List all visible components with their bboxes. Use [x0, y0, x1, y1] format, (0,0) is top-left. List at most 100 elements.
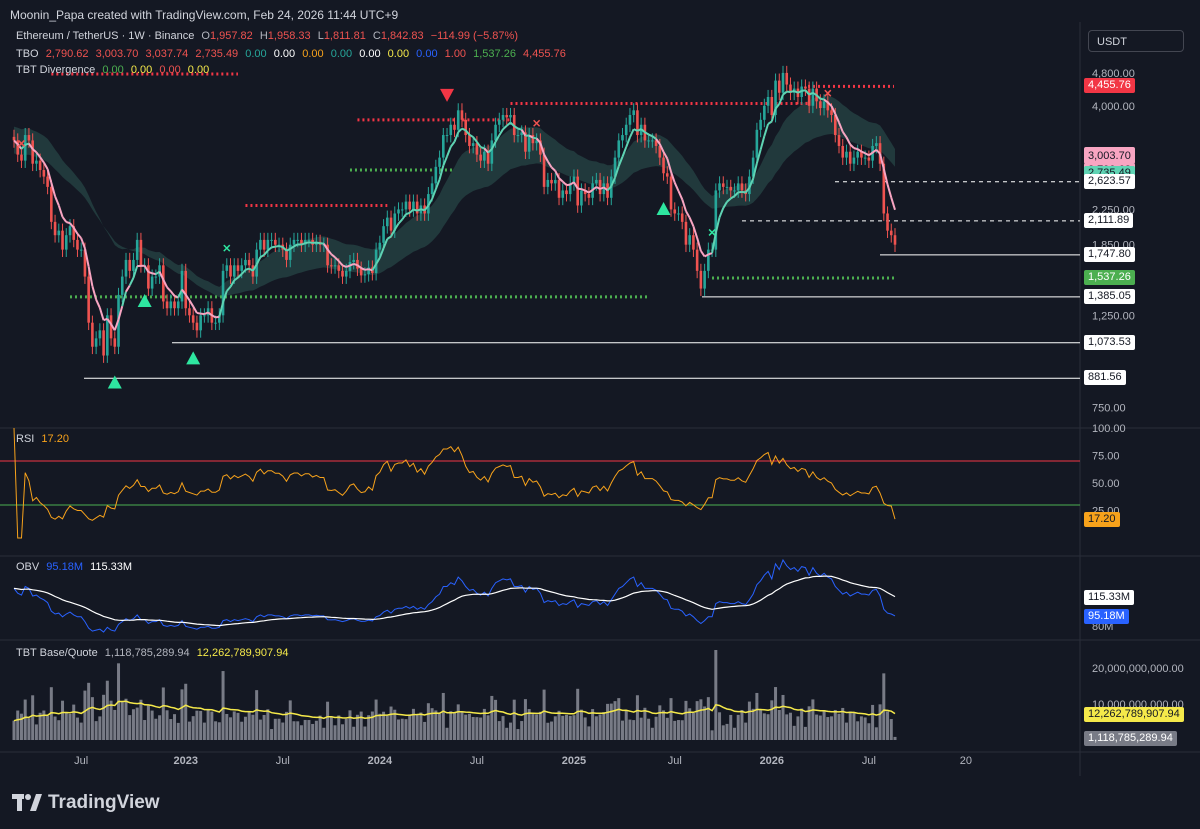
- volume-bar: [676, 720, 680, 740]
- obv-legend[interactable]: OBV 95.18M 115.33M: [16, 561, 136, 573]
- candle-body: [453, 124, 456, 130]
- volume-bar: [550, 721, 554, 740]
- tbt-base-quote-legend[interactable]: TBT Base/Quote 1,118,785,289.94 12,262,7…: [16, 647, 292, 659]
- obv-line: [13, 558, 896, 633]
- volume-bar: [187, 721, 191, 740]
- candle-body: [725, 186, 729, 188]
- rsi-legend[interactable]: RSI 17.20: [16, 433, 73, 445]
- symbol-legend[interactable]: Ethereum / TetherUS · 1W · Binance O1,95…: [16, 30, 522, 42]
- volume-bar: [740, 710, 744, 740]
- candle-body: [460, 110, 464, 120]
- volume-bar: [251, 714, 255, 740]
- volume-bar: [210, 711, 214, 740]
- volume-bar: [262, 715, 266, 740]
- ema-fast-line: [316, 241, 321, 245]
- volume-bar: [818, 715, 822, 740]
- candle-body: [359, 268, 363, 276]
- signal-up-triangle: [656, 202, 671, 216]
- candle-body: [225, 265, 229, 271]
- volume-bar: [303, 719, 307, 740]
- volume-bar: [53, 716, 57, 740]
- volume-bar: [467, 713, 471, 740]
- ema-fast-line: [148, 271, 153, 275]
- candle-body: [483, 151, 486, 161]
- volume-bar: [714, 650, 718, 740]
- time-axis-label: Jul: [74, 755, 88, 767]
- volume-bar: [695, 701, 699, 740]
- volume-bar: [229, 717, 233, 740]
- chart-canvas[interactable]: 4,800.004,000.003,000.002,250.001,850.00…: [0, 22, 1200, 776]
- volume-bar: [378, 713, 382, 740]
- volume-bar: [374, 699, 378, 740]
- volume-bar: [333, 725, 337, 740]
- volume-bar: [494, 699, 498, 740]
- candle-body: [889, 230, 893, 236]
- volume-bar: [400, 718, 404, 740]
- volume-bar: [886, 711, 890, 740]
- candle-body: [68, 226, 72, 236]
- volume-bar: [620, 720, 624, 740]
- volume-bar: [441, 692, 445, 740]
- obv-pane: [13, 558, 896, 633]
- candle-body: [165, 301, 169, 309]
- candle-body: [468, 135, 471, 146]
- volume-bar: [285, 711, 289, 740]
- volume-bar: [796, 716, 800, 740]
- volume-bar: [34, 724, 38, 740]
- ema-fast-line: [353, 262, 358, 267]
- volume-bar: [124, 698, 128, 740]
- tbt-bq-name: TBT Base/Quote: [16, 647, 98, 659]
- volume-bar: [87, 682, 91, 740]
- candle-body: [848, 151, 852, 164]
- volume-bar: [583, 717, 587, 740]
- candle-body: [173, 301, 176, 309]
- candle-body: [703, 270, 706, 289]
- volume-bar: [830, 716, 834, 740]
- volume-bar: [859, 716, 863, 740]
- candle-body: [404, 201, 408, 210]
- tbo-value: 1,537.26: [473, 48, 516, 60]
- candle-body: [292, 239, 296, 245]
- volume-bar: [833, 709, 837, 740]
- candle-body: [546, 179, 550, 187]
- ema-fast-line: [275, 245, 280, 248]
- candle-body: [214, 322, 217, 324]
- candle-body: [669, 176, 673, 210]
- tradingview-logo-icon: [12, 793, 42, 811]
- volume-bar: [497, 721, 501, 740]
- tbo-value: 0.00: [387, 48, 410, 60]
- volume-bar: [505, 727, 509, 740]
- volume-bar: [893, 736, 897, 740]
- currency-button[interactable]: USDT: [1088, 30, 1184, 52]
- volume-pane: [12, 650, 897, 740]
- tbt-divergence-legend[interactable]: TBT Divergence 0.00 0.00 0.00 0.00: [16, 64, 213, 76]
- volume-bar: [348, 710, 352, 740]
- volume-bar: [643, 707, 647, 740]
- candle-body: [330, 265, 333, 267]
- volume-bar: [520, 721, 524, 740]
- ema-fast-line: [700, 250, 706, 258]
- volume-bar: [449, 711, 453, 740]
- volume-bar: [206, 709, 210, 740]
- volume-bar: [762, 713, 766, 740]
- volume-bar: [143, 720, 147, 740]
- candle-body: [363, 274, 367, 276]
- volume-bar: [751, 708, 755, 740]
- volume-bar: [613, 701, 617, 740]
- ema-fast-line: [581, 188, 586, 192]
- candle-body: [412, 201, 415, 210]
- tbt-div-value: 0.00: [187, 64, 210, 76]
- candle-body: [837, 135, 841, 146]
- volume-bar: [423, 721, 427, 740]
- volume-bar: [98, 716, 102, 740]
- volume-bar: [64, 712, 68, 740]
- tbo-legend[interactable]: TBO 2,790.62 3,003.70 3,037.74 2,735.49 …: [16, 48, 570, 60]
- ema-fast-line: [763, 123, 770, 137]
- volume-bar: [684, 700, 688, 740]
- candle-body: [755, 129, 759, 158]
- volume-bar: [725, 723, 729, 740]
- tbo-value: 0.00: [416, 48, 438, 60]
- tradingview-logo[interactable]: TradingView: [12, 792, 160, 814]
- candle-body: [624, 124, 628, 136]
- volume-bar: [270, 729, 274, 740]
